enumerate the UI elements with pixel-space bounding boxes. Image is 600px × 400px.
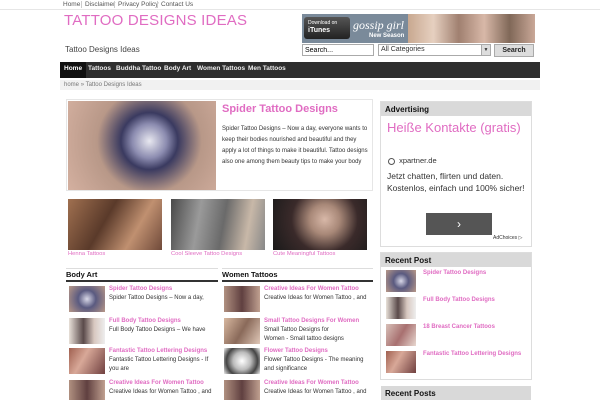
nav-women-tattoos[interactable]: Women Tattoos xyxy=(197,65,245,77)
ad-next-button[interactable]: › xyxy=(426,213,492,235)
body-art-post-image[interactable] xyxy=(69,380,105,400)
banner-subtitle: New Season xyxy=(369,33,405,39)
excerpt-line: you are xyxy=(109,366,130,372)
excerpt-line: Spider Tattoo Designs – Now a day, xyxy=(109,295,204,301)
featured-post-excerpt: Spider Tattoo Designs – Now a day, every… xyxy=(222,126,368,165)
women-tattoos-post-excerpt: Creative Ideas for Women Tattoo , and xyxy=(264,388,367,397)
body-art-post-image[interactable] xyxy=(69,286,105,312)
thumb-image-sleeve[interactable] xyxy=(171,199,265,250)
women-tattoos-post-title[interactable]: Creative Ideas For Women Tattoo xyxy=(264,380,359,386)
adchoices-link[interactable]: AdChoices ▷ xyxy=(493,235,522,241)
recent-post-title[interactable]: Fantastic Tattoo Lettering Designs xyxy=(423,351,521,357)
excerpt-line: and significance xyxy=(264,366,308,372)
site-title[interactable]: TATTOO DESIGNS IDEAS xyxy=(64,13,264,29)
women-tattoos-post-title[interactable]: Flower Tattoo Designs xyxy=(264,348,328,354)
recent-post-image[interactable] xyxy=(386,351,416,373)
body-art-post-excerpt: Creative Ideas for Women Tattoo , and xyxy=(109,388,212,397)
main-nav: Home Tattoos Buddha Tattoo Body Art Wome… xyxy=(60,62,540,78)
body-art-heading: Body Art xyxy=(66,270,218,282)
ad-source: xpartner.de xyxy=(388,156,437,165)
ad-source-icon xyxy=(388,157,395,165)
women-tattoos-post-title[interactable]: Creative Ideas For Women Tattoo xyxy=(264,286,359,292)
breadcrumb-current: Tattoo Designs Ideas xyxy=(85,82,142,88)
body-art-section-border xyxy=(66,268,218,269)
women-tattoos-post-image[interactable] xyxy=(224,286,260,312)
excerpt-line: Creative Ideas for Women Tattoo , and xyxy=(264,295,367,301)
body-art-post-excerpt: Spider Tattoo Designs – Now a day, xyxy=(109,294,204,303)
recent-post-title[interactable]: Full Body Tattoo Designs xyxy=(423,297,495,303)
excerpt-line: Flower Tattoo Designs - The meaning xyxy=(264,357,364,363)
excerpt-line: Small Tattoo Designs for xyxy=(264,327,329,333)
recent-post-heading: Recent Post xyxy=(381,253,531,267)
nav-tattoos[interactable]: Tattoos xyxy=(88,65,111,77)
breadcrumb: home » Tattoo Designs Ideas xyxy=(60,80,540,90)
top-nav-disclaimer[interactable]: Disclaimer xyxy=(85,1,115,8)
breadcrumb-separator: » xyxy=(80,82,85,88)
recent-post-title[interactable]: 18 Breast Cancer Tattoos xyxy=(423,324,495,330)
ad-source-text: xpartner.de xyxy=(399,156,437,165)
recent-post-image[interactable] xyxy=(386,270,416,292)
category-select[interactable]: All Categories ▼ xyxy=(378,44,491,56)
nav-body-art[interactable]: Body Art xyxy=(164,65,191,77)
body-art-post-title[interactable]: Full Body Tattoo Designs xyxy=(109,318,181,324)
excerpt-line: Full Body Tattoo Designs – We have xyxy=(109,327,206,333)
excerpt-line: Creative Ideas for Women Tattoo , and xyxy=(264,389,367,395)
recent-post-title[interactable]: Spider Tattoo Designs xyxy=(423,270,486,276)
women-tattoos-post-excerpt: Small Tattoo Designs for Women - Small ta… xyxy=(264,326,344,344)
women-tattoos-post-image[interactable] xyxy=(224,318,260,344)
body-art-post-title[interactable]: Fantastic Tattoo Lettering Designs xyxy=(109,348,207,354)
women-tattoos-post-excerpt: Creative Ideas for Women Tattoo , and xyxy=(264,294,367,303)
body-art-post-excerpt: Fantastic Tattoo Lettering Designs - If y… xyxy=(109,356,208,374)
nav-buddha-tattoo[interactable]: Buddha Tattoo xyxy=(116,65,161,77)
women-tattoos-heading: Women Tattoos xyxy=(222,270,373,282)
divider xyxy=(157,1,158,8)
body-art-post-excerpt: Full Body Tattoo Designs – We have xyxy=(109,326,206,335)
thumb-caption-cute[interactable]: Cute Meaningful Tattoos xyxy=(273,251,335,257)
thumb-image-henna[interactable] xyxy=(68,199,162,250)
top-nav-privacy-policy[interactable]: Privacy Policy xyxy=(118,1,158,8)
chevron-down-icon: ▼ xyxy=(481,45,490,55)
body-art-post-image[interactable] xyxy=(69,318,105,344)
nav-home[interactable]: Home xyxy=(60,62,87,78)
excerpt-line: Creative Ideas for Women Tattoo , and xyxy=(109,389,212,395)
recent-post-image[interactable] xyxy=(386,297,416,319)
excerpt-line: Fantastic Tattoo Lettering Designs - If xyxy=(109,357,209,363)
women-tattoos-section-border xyxy=(222,268,373,269)
divider xyxy=(114,1,115,8)
top-nav-contact-us[interactable]: Contact Us xyxy=(161,1,193,8)
site-tagline: Tattoo Designs Ideas xyxy=(65,45,140,54)
ad-title[interactable]: Heiße Kontakte (gratis) xyxy=(387,120,527,135)
itunes-badge-line1: Download on xyxy=(308,20,338,26)
header-banner-ad[interactable]: Download on iTunes gossip girl New Seaso… xyxy=(302,14,535,43)
women-tattoos-post-image[interactable] xyxy=(224,380,260,400)
top-nav-home[interactable]: Home xyxy=(63,1,80,8)
body-art-post-title[interactable]: Creative Ideas For Women Tattoo xyxy=(109,380,204,386)
recent-posts-heading: Recent Posts xyxy=(381,386,531,400)
divider xyxy=(81,1,82,8)
body-art-post-title[interactable]: Spider Tattoo Designs xyxy=(109,286,172,292)
women-tattoos-post-title[interactable]: Small Tattoo Designs For Women xyxy=(264,318,359,324)
top-nav: Home Disclaimer Privacy Policy Contact U… xyxy=(0,0,600,10)
featured-post-image[interactable] xyxy=(68,101,216,190)
banner-cast-image xyxy=(408,14,535,43)
itunes-badge: Download on iTunes xyxy=(304,17,350,39)
featured-post-title[interactable]: Spider Tattoo Designs xyxy=(222,103,338,115)
itunes-badge-line2: iTunes xyxy=(308,27,331,34)
ad-body: Jetzt chatten, flirten und daten. Kosten… xyxy=(387,171,525,193)
search-input[interactable] xyxy=(302,44,374,56)
breadcrumb-home[interactable]: home xyxy=(64,82,79,88)
recent-post-image[interactable] xyxy=(386,324,416,346)
advertising-heading: Advertising xyxy=(381,102,531,116)
thumb-caption-henna[interactable]: Henna Tattoos xyxy=(68,251,105,257)
women-tattoos-post-image[interactable] xyxy=(224,348,260,374)
search-button[interactable]: Search xyxy=(494,44,534,57)
category-select-value: All Categories xyxy=(381,46,425,53)
banner-brand: gossip girl xyxy=(353,18,405,32)
thumb-image-cute[interactable] xyxy=(273,199,367,250)
nav-men-tattoos[interactable]: Men Tattoos xyxy=(248,65,286,77)
thumb-caption-sleeve[interactable]: Cool Sleeve Tattoo Designs xyxy=(171,251,242,257)
women-tattoos-post-excerpt: Flower Tattoo Designs - The meaning and s… xyxy=(264,356,364,374)
body-art-post-image[interactable] xyxy=(69,348,105,374)
excerpt-line: Women - Small tattoo designs xyxy=(264,336,344,342)
